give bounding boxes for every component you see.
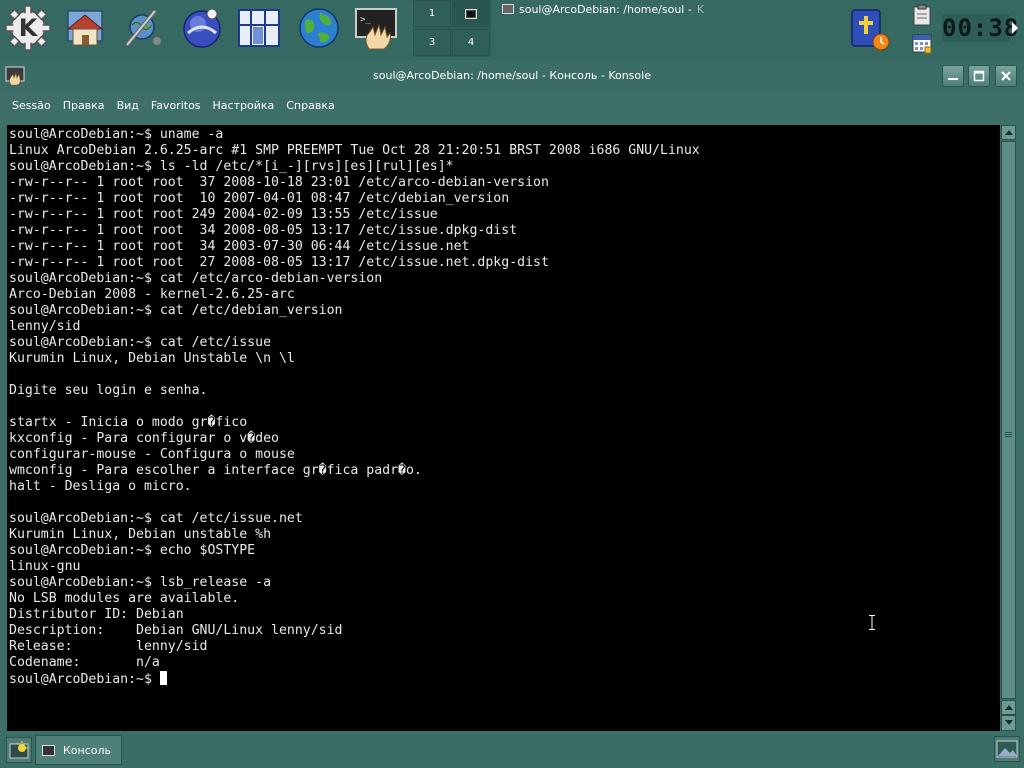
- terminal-line: soul@ArcoDebian:~$ cat /etc/arco-debian-…: [9, 271, 383, 286]
- taskbar-window-item[interactable]: soul@ArcoDebian: /home/soul - K: [502, 1, 712, 17]
- terminal-area[interactable]: soul@ArcoDebian:~$ uname -a Linux ArcoDe…: [7, 125, 1000, 731]
- desktop-1[interactable]: 1: [413, 0, 451, 27]
- konsole-window: soul@ArcoDebian: /home/soul - Консоль - …: [0, 60, 1024, 734]
- terminal-line: Digite seu login e senha.: [9, 383, 208, 398]
- terminal-output: soul@ArcoDebian:~$ uname -a Linux ArcoDe…: [7, 125, 1000, 690]
- clock[interactable]: 00:38: [942, 14, 1018, 42]
- scroll-up-button[interactable]: [1001, 125, 1016, 140]
- kmenu-icon[interactable]: K: [5, 5, 51, 51]
- terminal-line: -rw-r--r-- 1 root root 10 2007-04-01 08:…: [9, 191, 510, 206]
- terminal-line: soul@ArcoDebian:~$ lsb_release -a: [9, 575, 272, 590]
- konqueror-icon[interactable]: [178, 5, 224, 51]
- menu-bar: Sessão Правка Вид Favoritos Настройка Сп…: [0, 95, 1024, 117]
- calendar-icon[interactable]: [911, 32, 933, 54]
- desktop-pager: 1 3 4: [413, 0, 491, 57]
- arrow-up-icon: [1004, 130, 1013, 135]
- scroll-down-button[interactable]: [1001, 715, 1016, 731]
- web-browser-icon[interactable]: [296, 5, 342, 51]
- terminal-line: -rw-r--r-- 1 root root 27 2008-08-05 13:…: [9, 255, 549, 270]
- close-button[interactable]: [995, 65, 1017, 87]
- terminal-line: soul@ArcoDebian:~$ echo $OSTYPE: [9, 543, 256, 558]
- terminal-prompt: soul@ArcoDebian:~$: [9, 672, 160, 687]
- desktop-3[interactable]: 3: [413, 29, 451, 56]
- panel-hide-arrow-icon[interactable]: [1012, 22, 1018, 34]
- terminal-line: Description: Debian GNU/Linux lenny/sid: [9, 623, 343, 638]
- terminal-line: Release: lenny/sid: [9, 639, 208, 654]
- menu-help[interactable]: Справка: [280, 95, 340, 117]
- taskbar-konsole-label: Консоль: [63, 743, 112, 757]
- konsole-mini-icon: [502, 4, 514, 14]
- bible-icon[interactable]: [848, 6, 892, 52]
- terminal-line: soul@ArcoDebian:~$ cat /etc/debian_versi…: [9, 303, 343, 318]
- top-panel: K >_ 1 3 4 soul@ArcoDebian: /home/soul -…: [0, 0, 1024, 60]
- terminal-line: -rw-r--r-- 1 root root 34 2008-08-05 13:…: [9, 223, 518, 238]
- terminal-line: No LSB modules are available.: [9, 591, 240, 606]
- taskbar-window-label-fade: K: [696, 2, 705, 16]
- minimize-button[interactable]: [942, 65, 964, 87]
- terminal-line: -rw-r--r-- 1 root root 37 2008-10-18 23:…: [9, 175, 549, 190]
- show-desktop-icon: [9, 741, 29, 759]
- clipboard-icon[interactable]: [911, 4, 933, 26]
- terminal-line: Codename: n/a: [9, 655, 160, 670]
- terminal-line: -rw-r--r-- 1 root root 249 2004-02-09 13…: [9, 207, 438, 222]
- svg-text:>_: >_: [360, 15, 371, 25]
- terminal-line: soul@ArcoDebian:~$ cat /etc/issue.net: [9, 511, 303, 526]
- terminal-line: soul@ArcoDebian:~$ cat /etc/issue: [9, 335, 272, 350]
- terminal-line: Kurumin Linux, Debian unstable %h: [9, 527, 272, 542]
- terminal-line: Kurumin Linux, Debian Unstable \n \l: [9, 351, 295, 366]
- minimize-icon: [948, 78, 958, 80]
- svg-text:K: K: [19, 14, 39, 42]
- terminal-line: startx - Inicia o modo gr�fico: [9, 415, 248, 430]
- taskbar-window-label: soul@ArcoDebian: /home/soul -: [519, 2, 692, 16]
- show-desktop-button[interactable]: [6, 737, 32, 763]
- window-thumbnail-icon: [465, 8, 477, 19]
- desktop-4[interactable]: 4: [452, 29, 490, 56]
- terminal-line: -rw-r--r-- 1 root root 34 2003-07-30 06:…: [9, 239, 470, 254]
- control-center-icon[interactable]: [119, 5, 165, 51]
- terminal-scrollbar[interactable]: [1001, 125, 1016, 731]
- terminal-cursor: [159, 671, 167, 685]
- title-bar[interactable]: soul@ArcoDebian: /home/soul - Консоль - …: [0, 60, 1024, 93]
- terminal-line: lenny/sid: [9, 319, 81, 334]
- terminal-line: wmconfig - Para escolher a interface gr�…: [9, 463, 422, 478]
- arrow-up-icon: [1004, 705, 1013, 710]
- menu-view[interactable]: Вид: [111, 95, 145, 117]
- terminal-line: halt - Desliga o micro.: [9, 479, 192, 494]
- maximize-button[interactable]: [968, 65, 990, 87]
- menu-settings[interactable]: Настройка: [207, 95, 281, 117]
- window-title: soul@ArcoDebian: /home/soul - Консоль - …: [373, 69, 651, 82]
- desktop-2[interactable]: [452, 0, 490, 27]
- taskbar-konsole-button[interactable]: Консоль: [35, 735, 122, 765]
- terminal-line: linux-gnu: [9, 559, 81, 574]
- close-icon: [1001, 71, 1011, 81]
- terminal-line: Arco-Debian 2008 - kernel-2.6.25-arc: [9, 287, 295, 302]
- konsole-launcher-icon[interactable]: >_: [353, 5, 399, 51]
- maximize-icon: [973, 70, 985, 82]
- terminal-line: Distributor ID: Debian: [9, 607, 184, 622]
- grip-icon: [1005, 432, 1012, 433]
- konsole-task-icon: [42, 744, 55, 756]
- file-manager-icon[interactable]: [236, 5, 282, 51]
- ibeam-cursor-icon: [869, 615, 875, 630]
- menu-edit[interactable]: Правка: [57, 95, 111, 117]
- menu-session[interactable]: Sessão: [6, 95, 57, 117]
- terminal-line: soul@ArcoDebian:~$ ls -ld /etc/*[i_-][rv…: [9, 159, 454, 174]
- terminal-history: soul@ArcoDebian:~$ uname -a Linux ArcoDe…: [9, 127, 700, 670]
- terminal-line: soul@ArcoDebian:~$ uname -a: [9, 127, 224, 142]
- window-list-button[interactable]: [994, 736, 1020, 762]
- scroll-thumb[interactable]: [1001, 141, 1016, 699]
- window-list-icon: [996, 740, 1018, 758]
- arrow-down-icon: [1004, 720, 1013, 725]
- terminal-line: kxconfig - Para configurar o v�deo: [9, 431, 279, 446]
- home-icon[interactable]: [62, 5, 108, 51]
- bottom-panel: Консоль: [0, 734, 1024, 768]
- terminal-line: Linux ArcoDebian 2.6.25-arc #1 SMP PREEM…: [9, 143, 700, 158]
- terminal-line: configurar-mouse - Configura o mouse: [9, 447, 295, 462]
- scroll-up-button-2[interactable]: [1001, 700, 1016, 715]
- menu-bookmarks[interactable]: Favoritos: [145, 95, 207, 117]
